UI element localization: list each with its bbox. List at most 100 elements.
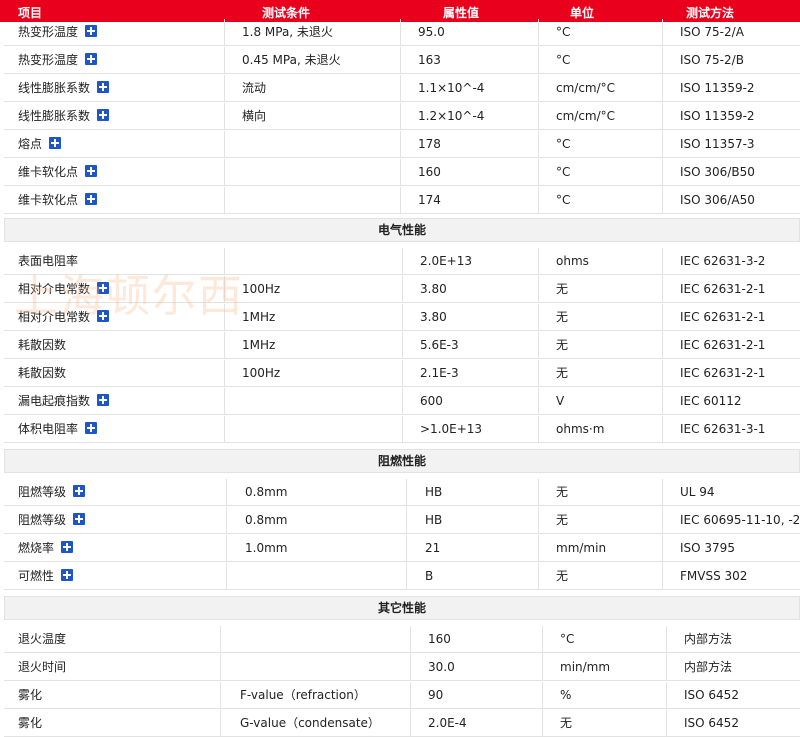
test-condition: G-value（condensate） [240,710,380,737]
column-divider [224,388,225,414]
property-unit-text: mm/min [556,541,607,555]
property-value: 178 [418,131,441,158]
test-method-text: IEC 62631-2-1 [680,310,766,324]
column-divider [224,47,225,73]
property-value-text: 160 [428,632,451,646]
column-divider [538,563,539,589]
property-value: 160 [418,159,441,186]
column-divider [662,47,663,73]
column-divider [662,19,663,45]
section-header: 其它性能 [4,596,800,620]
property-unit-text: 无 [556,310,569,324]
expand-plus-icon[interactable] [85,53,98,65]
test-method-text: ISO 11357-3 [680,137,755,151]
property-name-text: 热变形温度 [18,53,79,67]
column-divider [542,682,543,708]
property-value-text: 600 [420,394,443,408]
property-name-text: 熔点 [18,137,43,151]
property-name-text: 线性膨胀系数 [18,109,91,123]
column-divider [662,416,663,442]
test-condition: 0.8mm [245,507,287,534]
expand-plus-icon[interactable] [97,109,110,121]
expand-plus-icon[interactable] [85,422,98,434]
test-method: ISO 306/A50 [680,187,755,214]
property-unit: min/mm [560,654,610,681]
property-name-text: 雾化 [18,688,43,702]
property-unit-text: min/mm [560,660,611,674]
property-value: 3.80 [420,304,447,331]
column-divider [662,388,663,414]
property-value-text: 1.1×10^-4 [418,81,485,95]
column-divider [224,248,225,274]
expand-plus-icon[interactable] [73,485,86,497]
property-name-text: 线性膨胀系数 [18,81,91,95]
expand-plus-icon[interactable] [97,310,110,322]
column-divider [224,187,225,213]
property-unit-text: 无 [556,569,569,583]
property-name-text: 维卡软化点 [18,193,79,207]
test-condition: 0.8mm [245,479,287,506]
test-method-text: ISO 75-2/B [680,53,744,67]
column-divider [224,332,225,358]
property-unit: V [556,388,564,415]
property-name-text: 雾化 [18,716,43,730]
column-divider [220,710,221,736]
property-unit: cm/cm/°C [556,75,615,102]
property-value-text: 3.80 [420,282,447,296]
expand-plus-icon[interactable] [97,81,110,93]
property-name: 退火时间 [18,654,66,681]
property-value: HB [425,507,442,534]
test-method: IEC 62631-3-1 [680,416,765,443]
expand-plus-icon[interactable] [97,282,110,294]
expand-plus-icon[interactable] [85,193,98,205]
property-name-text: 表面电阻率 [18,254,79,268]
property-name: 线性膨胀系数 [18,103,110,130]
property-name: 热变形温度 [18,47,98,74]
property-value: 3.80 [420,276,447,303]
column-divider [220,626,221,652]
property-value-text: 2.1E-3 [420,366,459,380]
property-unit: ohms·m [556,416,604,443]
expand-plus-icon[interactable] [85,25,98,37]
expand-plus-icon[interactable] [61,569,74,581]
test-method-text: IEC 62631-3-2 [680,254,766,268]
test-condition: 横向 [242,103,266,130]
property-value-text: 5.6E-3 [420,338,459,352]
test-method-text: IEC 62631-2-1 [680,366,766,380]
column-divider [662,75,663,101]
column-divider [662,479,663,505]
test-method-text: ISO 11359-2 [680,109,755,123]
test-method: ISO 306/B50 [680,159,755,186]
test-condition-text: 0.45 MPa, 未退火 [242,53,341,67]
expand-plus-icon[interactable] [97,394,110,406]
property-unit-text: % [560,688,572,702]
table-row: 相对介电常数 1MHz 3.80 无 IEC 62631-2-1 [4,304,800,331]
test-method-text: ISO 6452 [684,716,739,730]
property-value: >1.0E+13 [420,416,482,443]
table-row: 燃烧率 1.0mm 21 mm/min ISO 3795 [4,535,800,562]
property-unit: 无 [556,507,568,534]
property-name: 阻燃等级 [18,479,86,506]
property-name: 漏电起痕指数 [18,388,110,415]
column-divider [400,47,401,73]
expand-plus-icon[interactable] [73,513,86,525]
expand-plus-icon[interactable] [61,541,74,553]
table-row: 雾化 F-value（refraction） 90% ISO 6452 [4,682,800,709]
expand-plus-icon[interactable] [49,137,62,149]
test-condition-text: 1MHz [242,338,276,352]
property-unit: °C [556,19,570,46]
property-unit-text: 无 [556,338,569,352]
test-condition: 1.0mm [245,535,287,562]
test-method: IEC 62631-2-1 [680,332,765,359]
column-divider [400,19,401,45]
column-divider [538,332,539,358]
expand-plus-icon[interactable] [85,165,98,177]
test-condition-text: 1.8 MPa, 未退火 [242,25,333,39]
test-condition-text: 100Hz [242,366,281,380]
column-divider [400,75,401,101]
column-divider [224,304,225,330]
test-condition-text: 1MHz [242,310,276,324]
column-divider [224,103,225,129]
column-divider [662,507,663,533]
property-name: 维卡软化点 [18,159,98,186]
